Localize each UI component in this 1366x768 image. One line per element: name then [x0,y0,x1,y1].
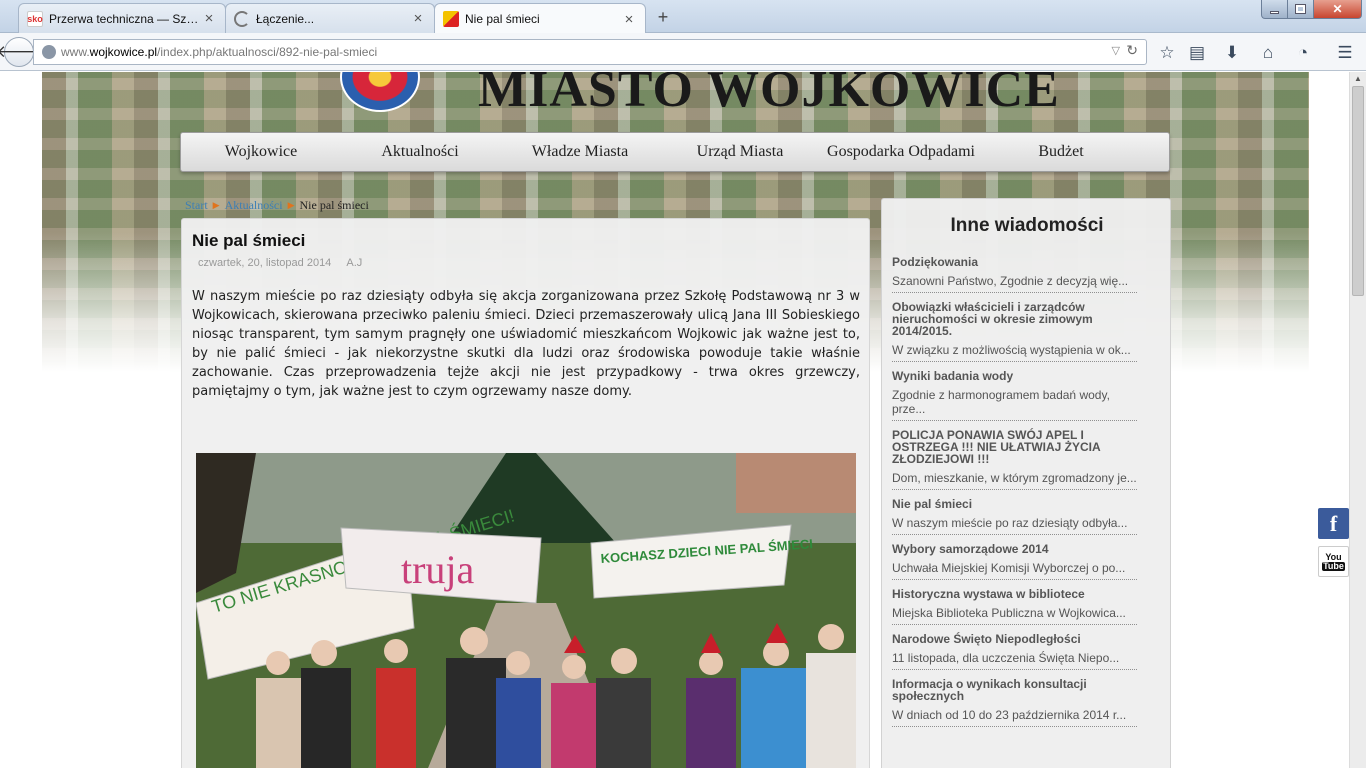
news-title[interactable]: Narodowe Święto Niepodległości [892,633,1137,645]
breadcrumb-arrow-icon: ▶ [212,200,220,210]
news-title[interactable]: POLICJA PONAWIA SWÓJ APEL I OSTRZEGA !!!… [892,429,1137,465]
tab-przerwa-techniczna[interactable]: sko Przerwa techniczna — Szko... × [18,3,226,33]
back-button[interactable]: 🡐 [0,37,42,67]
url-path: /index.php/aktualnosci/892-nie-pal-smiec… [157,45,378,59]
news-title[interactable]: Nie pal śmieci [892,498,1137,510]
breadcrumb-section-link[interactable]: Aktualności [225,198,283,213]
scroll-up-arrow-icon[interactable]: ▲ [1350,74,1366,86]
news-item[interactable]: Wyniki badania wody Zgodnie z harmonogra… [892,370,1137,421]
article-body: W naszym mieście po raz dziesiąty odbyła… [192,289,860,399]
close-icon: ✕ [1332,2,1343,16]
news-excerpt: Uchwała Miejskiej Komisji Wyborczej o po… [892,561,1126,575]
tab-close-icon[interactable]: × [621,11,637,28]
breadcrumb: Start ▶ Aktualności ▶ Nie pal śmieci [185,198,369,213]
page-scrollbar[interactable]: ▲ [1349,72,1366,768]
article-author: A.J [346,257,363,269]
news-item[interactable]: Wybory samorządowe 2014 Uchwała Miejskie… [892,543,1137,580]
menu-item-urzad-miasta[interactable]: Urząd Miasta [661,143,819,161]
scroll-thumb[interactable] [1352,86,1364,296]
download-icon[interactable]: ⬇ [1221,42,1243,64]
news-list: Podziękowania Szanowni Państwo, Zgodnie … [892,256,1137,735]
window-close-button[interactable]: ✕ [1313,0,1362,19]
news-item[interactable]: Podziękowania Szanowni Państwo, Zgodnie … [892,256,1137,293]
youtube-icon-bottom: Tube [1322,560,1345,571]
wojkowice-flag-icon [443,11,459,27]
news-excerpt: 11 listopada, dla uczczenia Święta Niepo… [892,651,1120,665]
page-viewport: MIASTO WOJKOWICE Wojkowice Aktualności W… [0,72,1349,768]
menu-icon[interactable]: ☰ [1334,42,1356,64]
address-bar[interactable]: www.wojkowice.pl/index.php/aktualnosci/8… [33,39,1147,65]
sidebar-other-news: Inne wiadomości Podziękowania Szanowni P… [881,198,1171,768]
tab-title: Nie pal śmieci [465,12,540,26]
site-title: MIASTO WOJKOWICE [478,72,1060,118]
news-title[interactable]: Wyniki badania wody [892,370,1137,382]
menu-item-gospodarka-odpadami[interactable]: Gospodarka Odpadami [819,143,983,161]
tab-close-icon[interactable]: × [201,10,217,27]
news-item[interactable]: Nie pal śmieci W naszym mieście po raz d… [892,498,1137,535]
youtube-button[interactable]: You Tube [1318,546,1349,577]
minimize-icon [1270,10,1279,14]
news-excerpt: W naszym mieście po raz dziesiąty odbyła… [892,516,1128,530]
star-icon[interactable]: ☆ [1156,42,1178,64]
article-meta: czwartek, 20, listopad 2014 A.J [198,257,362,269]
loading-icon [234,10,250,27]
browser-tab-bar: sko Przerwa techniczna — Szko... × Łącze… [0,0,1366,34]
tab-nie-pal-smieci[interactable]: Nie pal śmieci × [434,3,646,34]
news-title[interactable]: Historyczna wystawa w bibliotece [892,588,1137,600]
tab-laczenie[interactable]: Łączenie... × [225,3,435,33]
breadcrumb-arrow-icon: ▶ [287,200,295,210]
news-item[interactable]: Obowiązki właścicieli i zarządców nieruc… [892,301,1137,362]
history-icon[interactable]: ◔ [1292,42,1314,64]
news-title[interactable]: Obowiązki właścicieli i zarządców nieruc… [892,301,1137,337]
article: Nie pal śmieci czwartek, 20, listopad 20… [181,218,870,768]
news-item[interactable]: POLICJA PONAWIA SWÓJ APEL I OSTRZEGA !!!… [892,429,1137,490]
banner-middle-text: truja [401,547,475,592]
article-photo-drawing: TO NIE KRASNOLUDKI PALĄ ŚMIECI! truja KO… [196,453,856,768]
window-maximize-button[interactable] [1287,0,1314,19]
facebook-button[interactable]: f [1318,508,1349,539]
menu-item-wojkowice[interactable]: Wojkowice [181,143,341,161]
tab-close-icon[interactable]: × [410,10,426,27]
news-excerpt: W związku z możliwością wystąpienia w ok… [892,343,1131,357]
news-excerpt: Dom, mieszkanie, w którym zgromadzony je… [892,471,1137,485]
menu-item-aktualnosci[interactable]: Aktualności [341,143,499,161]
globe-icon [42,45,56,59]
breadcrumb-current: Nie pal śmieci [299,198,369,212]
menu-item-wladze-miasta[interactable]: Władze Miasta [499,143,661,161]
article-title: Nie pal śmieci [192,231,306,250]
sidebar-title: Inne wiadomości [950,215,1104,236]
url-domain: wojkowice.pl [89,45,158,59]
url-prefix: www. [61,45,90,59]
url-text: www.wojkowice.pl/index.php/aktualnosci/8… [61,45,377,59]
news-excerpt: W dniach od 10 do 23 października 2014 r… [892,708,1127,722]
restore-icon [1295,4,1306,14]
url-dropdown-icon[interactable]: ▽ [1112,44,1120,57]
sko-favicon-icon: sko [27,10,43,27]
news-item[interactable]: Historyczna wystawa w bibliotece Miejska… [892,588,1137,625]
news-excerpt: Miejska Biblioteka Publiczna w Wojkowica… [892,606,1126,620]
facebook-icon: f [1329,510,1338,536]
new-tab-button[interactable]: + [652,6,674,28]
reading-list-icon[interactable]: ▤ [1186,42,1208,64]
news-item[interactable]: Narodowe Święto Niepodległości 11 listop… [892,633,1137,670]
main-menu: Wojkowice Aktualności Władze Miasta Urzą… [180,132,1170,172]
news-item[interactable]: Informacja o wynikach konsultacji społec… [892,678,1137,727]
article-photo[interactable]: TO NIE KRASNOLUDKI PALĄ ŚMIECI! truja KO… [196,453,856,768]
browser-nav-bar: 🡐 www.wojkowice.pl/index.php/aktualnosci… [0,33,1366,71]
breadcrumb-start-link[interactable]: Start [185,198,208,213]
window-minimize-button[interactable] [1261,0,1288,19]
home-icon[interactable]: ⌂ [1257,42,1279,64]
article-date: czwartek, 20, listopad 2014 [198,257,332,269]
menu-item-budzet[interactable]: Budżet [983,143,1139,161]
news-title[interactable]: Podziękowania [892,256,1137,268]
news-title[interactable]: Informacja o wynikach konsultacji społec… [892,678,1137,702]
news-excerpt: Zgodnie z harmonogramem badań wody, prze… [892,388,1110,416]
tab-title: Przerwa techniczna — Szko... [49,11,201,26]
reload-icon[interactable]: ↻ [1126,42,1138,59]
news-title[interactable]: Wybory samorządowe 2014 [892,543,1137,555]
news-excerpt: Szanowni Państwo, Zgodnie z decyzją wię.… [892,274,1129,288]
tab-title: Łączenie... [256,11,315,26]
